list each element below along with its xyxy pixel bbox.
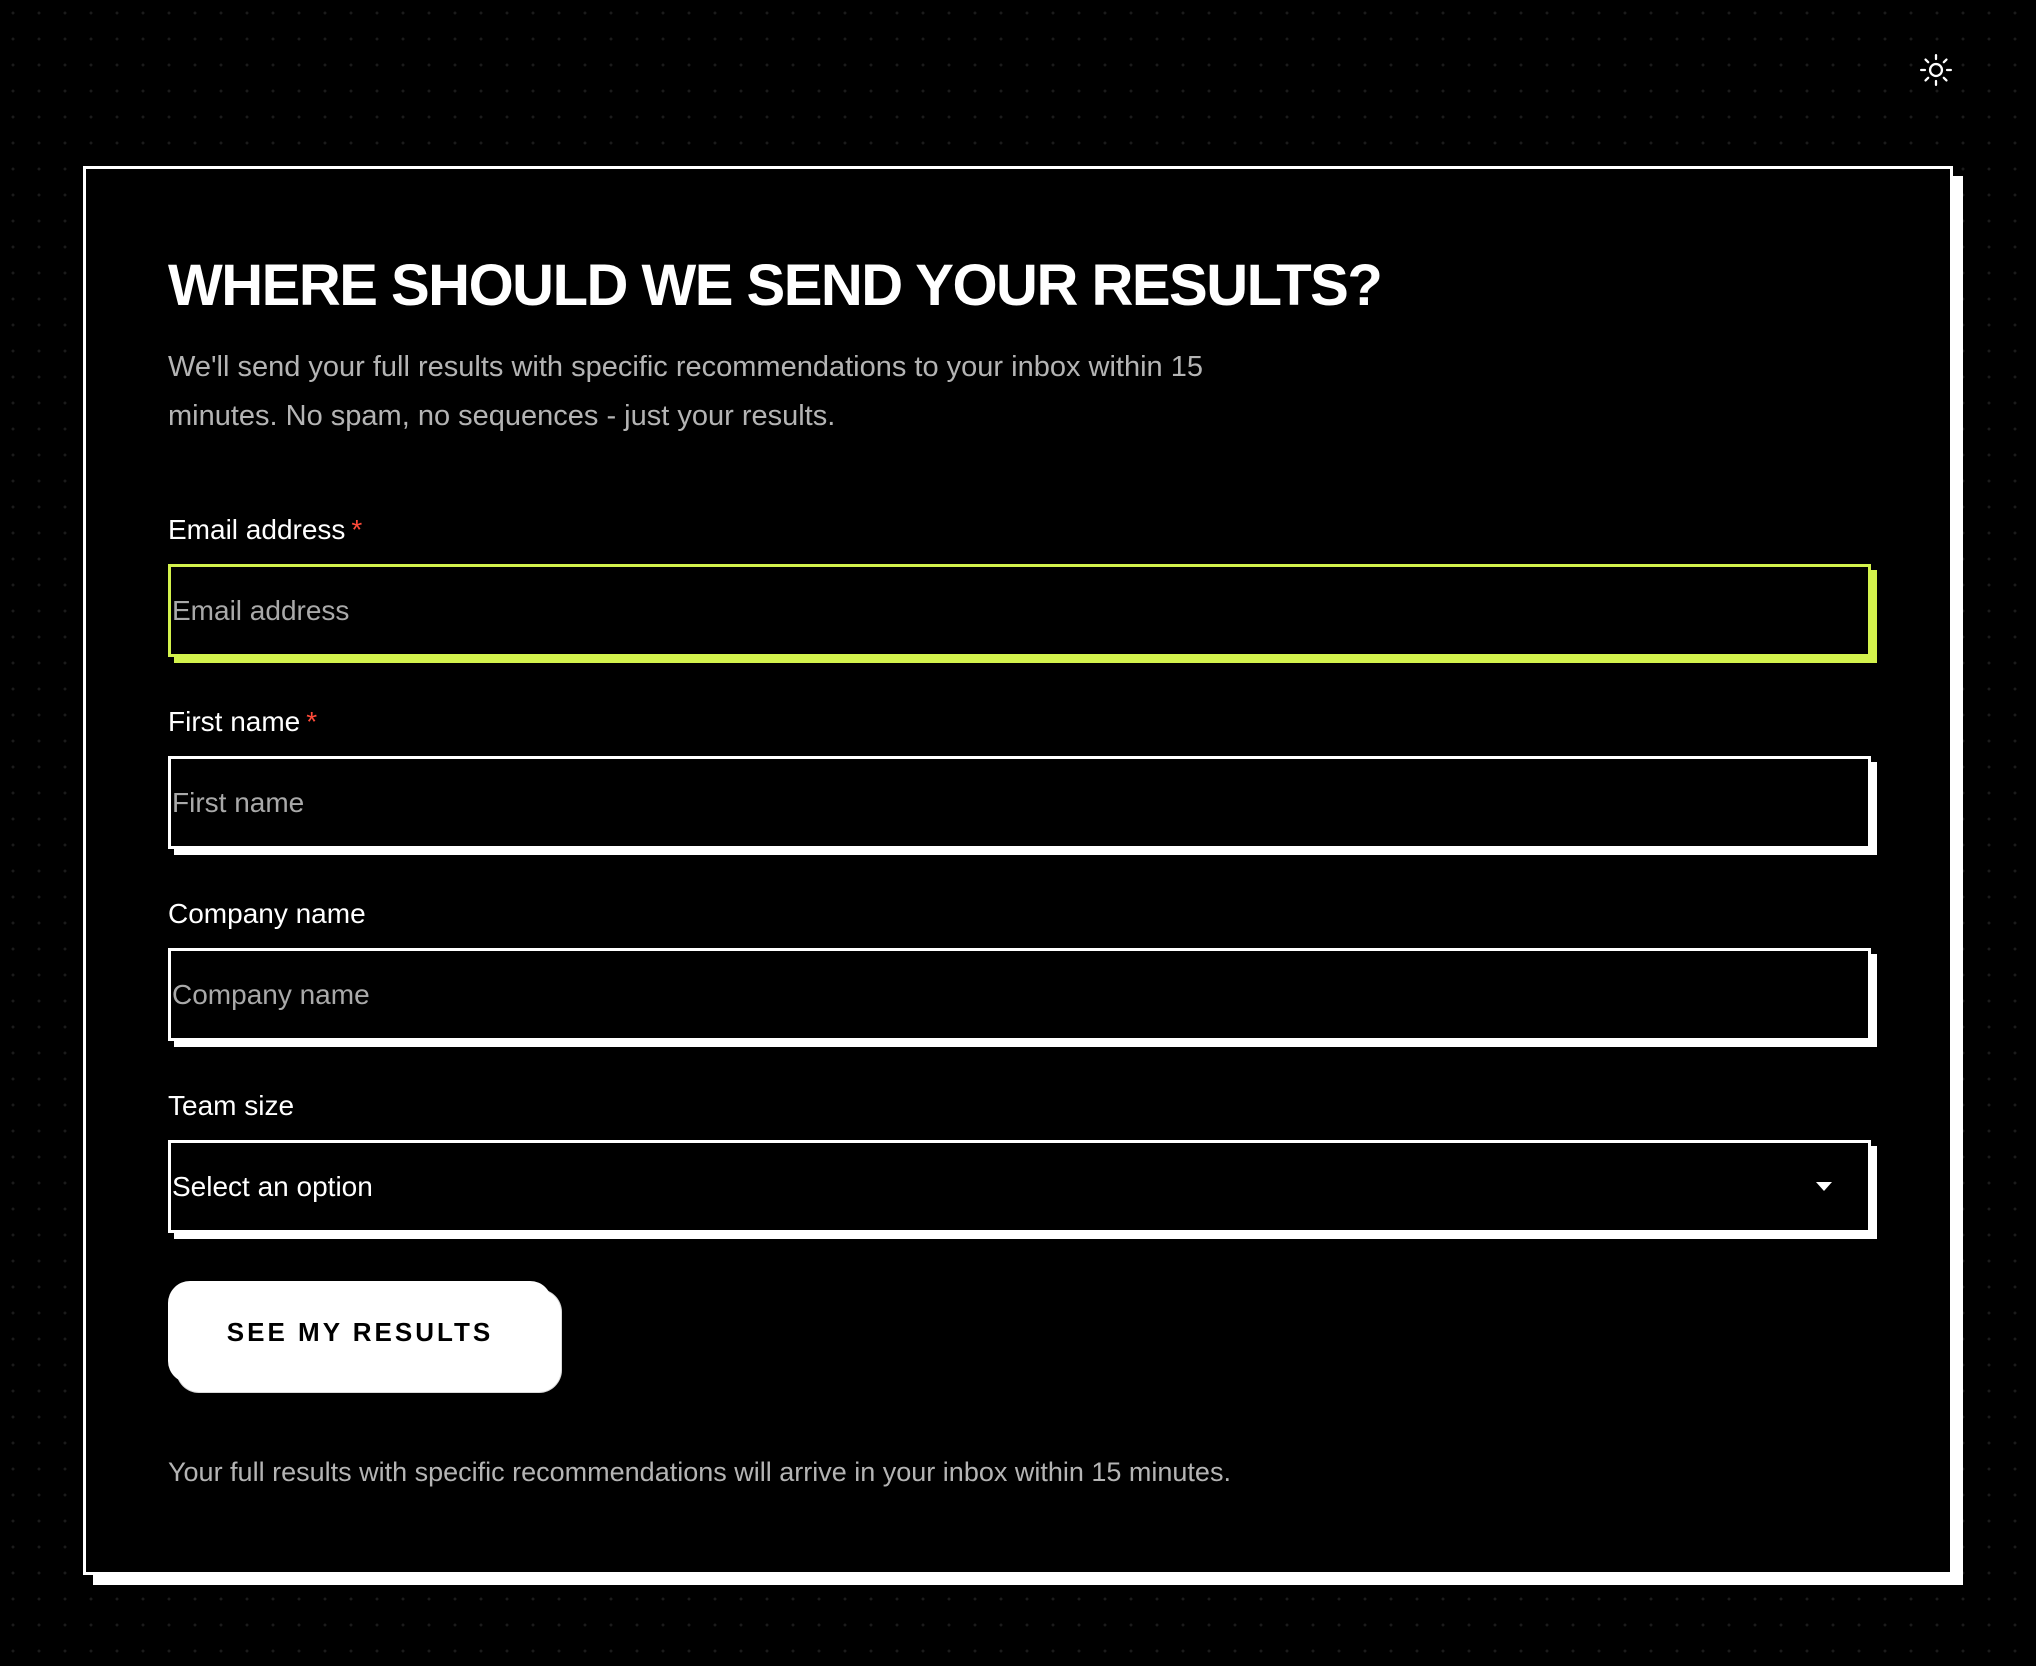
email-label-text: Email address bbox=[168, 514, 346, 545]
see-my-results-button[interactable]: SEE MY RESULTS bbox=[168, 1281, 552, 1383]
company-field-group: Company name bbox=[168, 897, 1877, 1041]
chevron-down-icon bbox=[1816, 1182, 1832, 1191]
form-title: WHERE SHOULD WE SEND YOUR RESULTS? bbox=[168, 253, 1383, 318]
first-name-input-box bbox=[168, 756, 1871, 849]
company-label: Company name bbox=[168, 898, 366, 929]
team-size-label: Team size bbox=[168, 1090, 295, 1121]
first-name-label: First name * bbox=[168, 705, 1877, 739]
team-size-field-group: Team size Select an option bbox=[168, 1089, 1877, 1233]
email-input[interactable] bbox=[171, 567, 1868, 654]
email-input-box bbox=[168, 564, 1871, 657]
form-subtitle: We'll send your full results with specif… bbox=[168, 351, 1203, 432]
sun-icon bbox=[1919, 53, 1953, 87]
form-content: WHERE SHOULD WE SEND YOUR RESULTS? We'll… bbox=[168, 251, 1877, 1487]
company-input[interactable] bbox=[171, 951, 1868, 1038]
team-size-select[interactable]: Select an option bbox=[168, 1140, 1871, 1233]
first-name-label-text: First name bbox=[168, 706, 301, 737]
results-form-card: WHERE SHOULD WE SEND YOUR RESULTS? We'll… bbox=[83, 166, 1953, 1575]
team-size-selected-value: Select an option bbox=[172, 1170, 373, 1202]
email-field-group: Email address * bbox=[168, 513, 1877, 657]
company-input-box bbox=[168, 948, 1871, 1041]
email-label: Email address * bbox=[168, 513, 1877, 547]
required-marker: * bbox=[306, 706, 318, 737]
first-name-input[interactable] bbox=[171, 759, 1868, 846]
theme-toggle-button[interactable] bbox=[1916, 50, 1956, 90]
first-name-field-group: First name * bbox=[168, 705, 1877, 849]
delivery-note: Your full results with specific recommen… bbox=[168, 1457, 1231, 1487]
required-marker: * bbox=[351, 514, 363, 545]
